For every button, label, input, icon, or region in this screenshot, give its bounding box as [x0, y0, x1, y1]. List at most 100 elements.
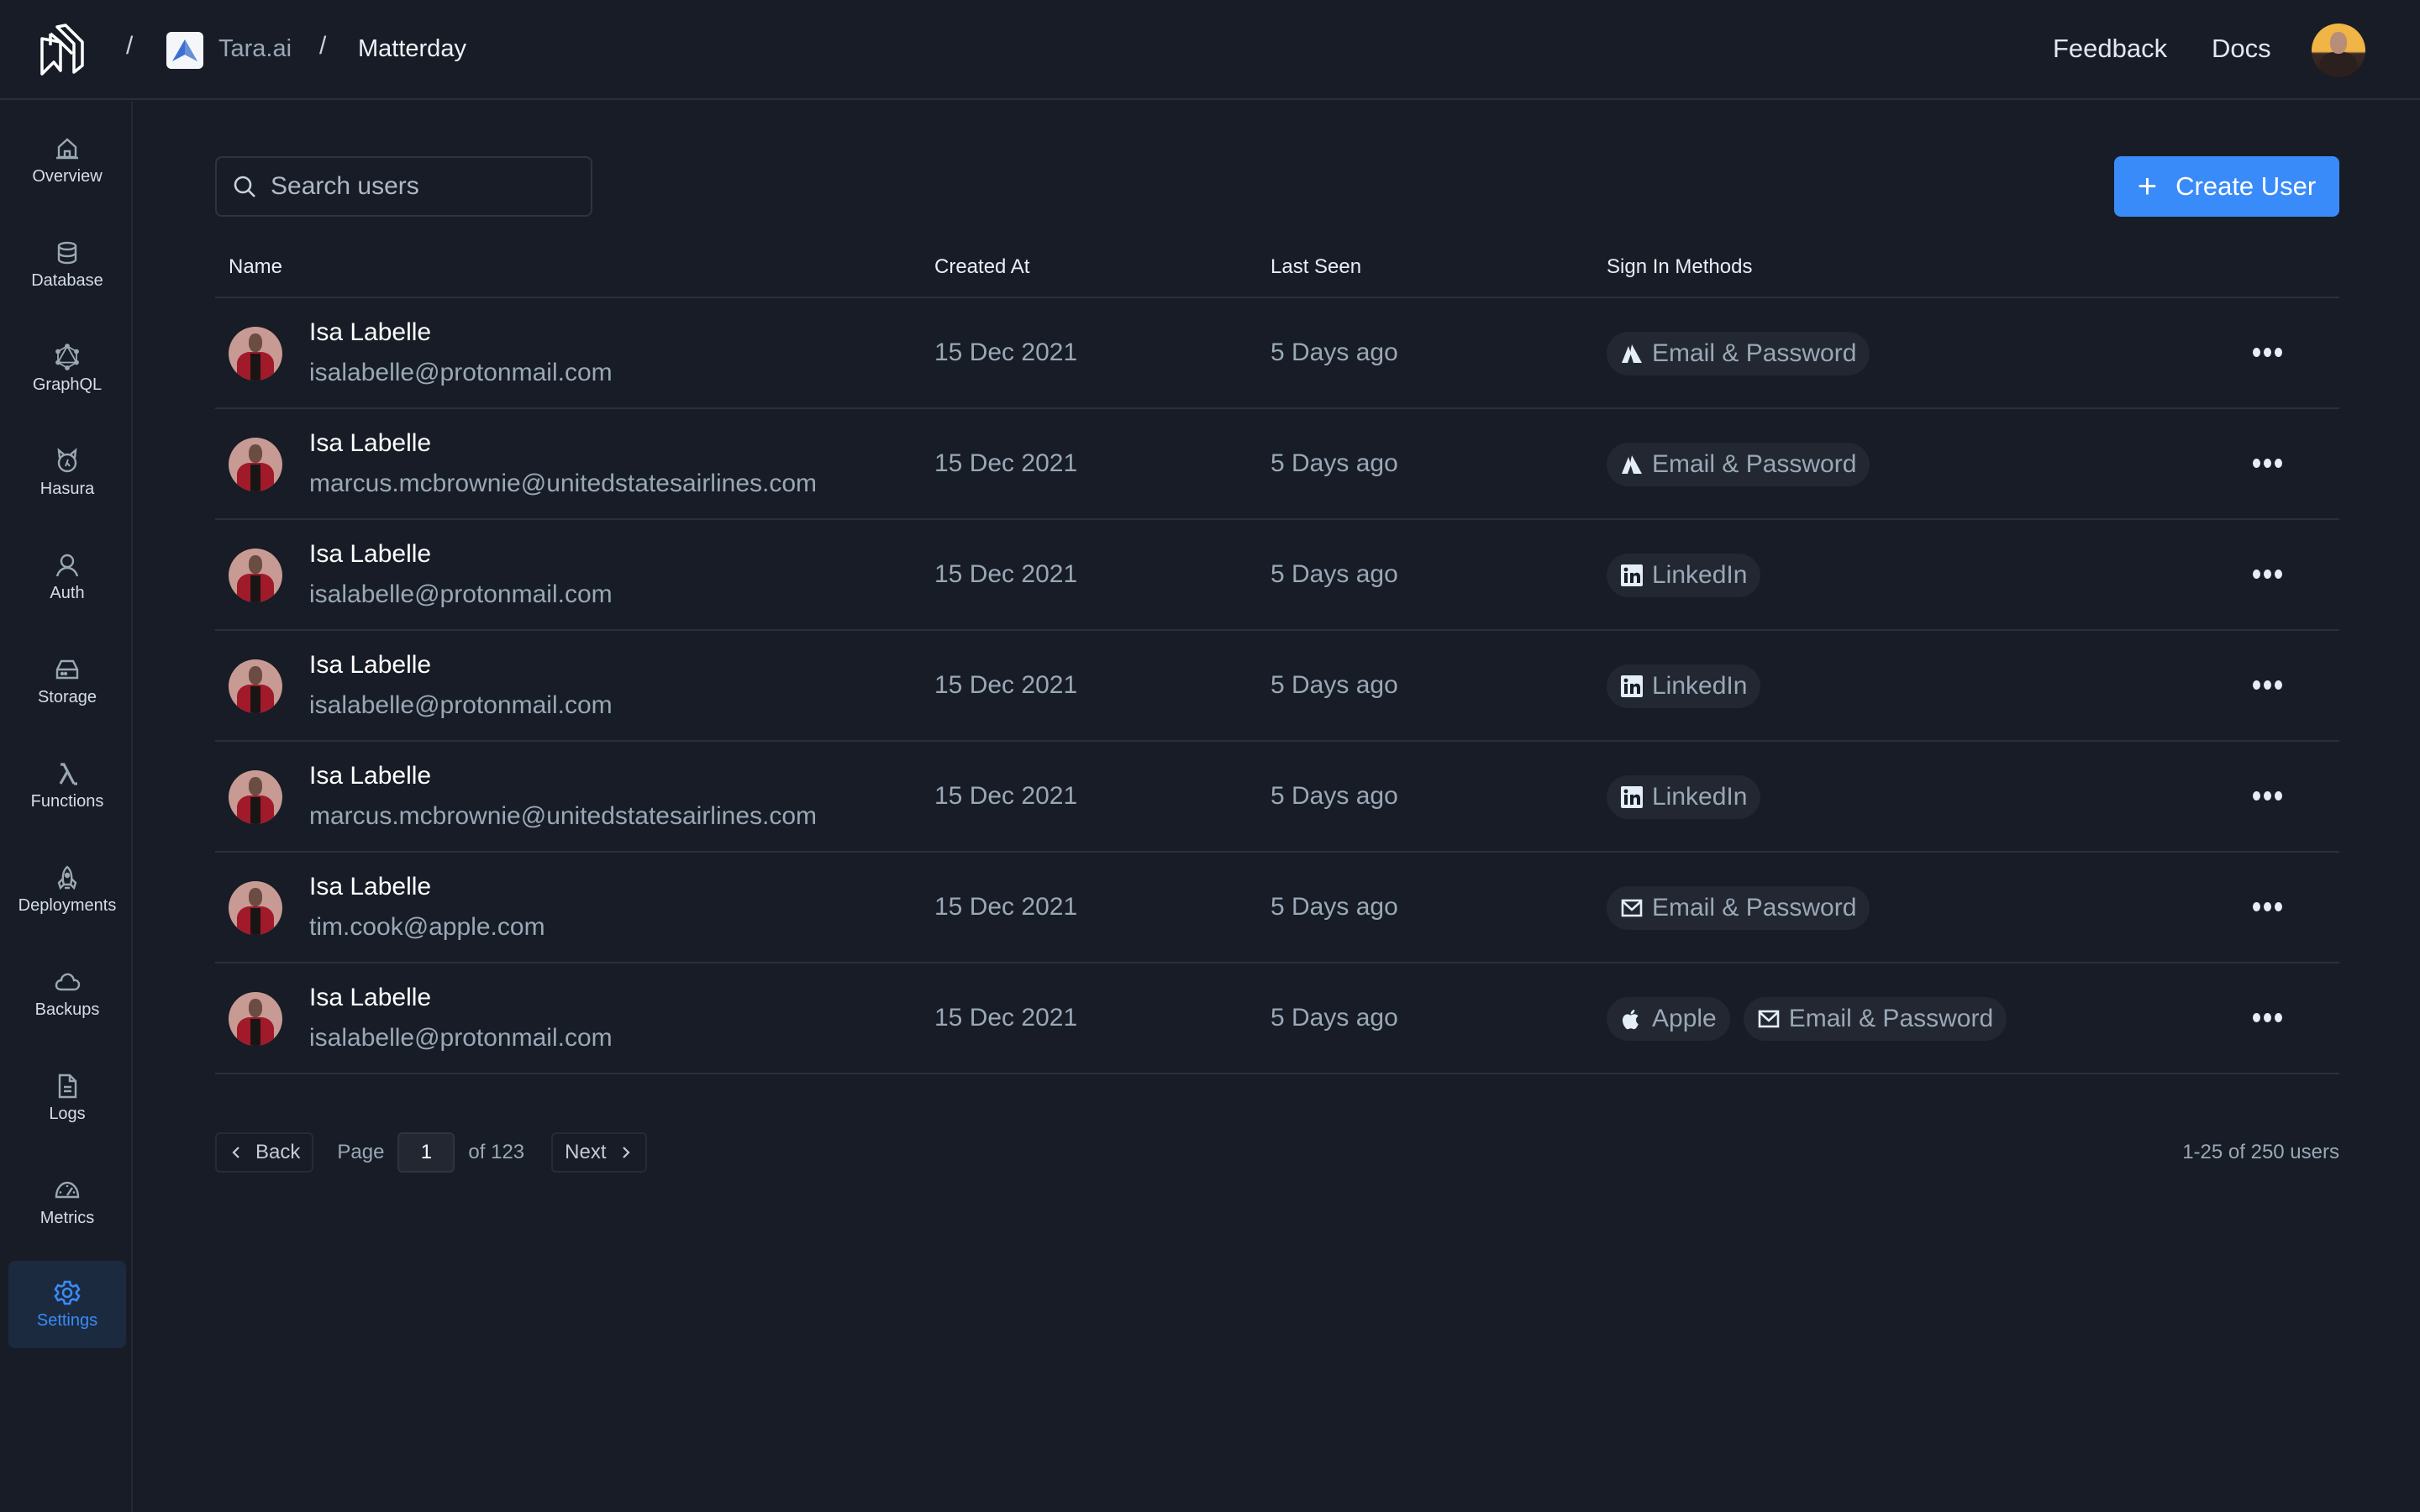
user-name[interactable]: Isa Labelle [309, 540, 431, 569]
sidebar-item-storage[interactable]: Storage [8, 638, 126, 725]
user-avatar [229, 770, 282, 824]
user-name[interactable]: Isa Labelle [309, 651, 431, 680]
next-button[interactable]: Next [551, 1132, 647, 1173]
create-user-label: Create User [2175, 171, 2317, 201]
sign-in-method-label: LinkedIn [1652, 783, 1748, 811]
sidebar-item-label: Auth [50, 583, 85, 602]
chevron-left-icon [232, 1147, 239, 1158]
sidebar-item-label: Functions [30, 791, 104, 811]
breadcrumb-project[interactable]: Matterday [358, 35, 466, 63]
avatar-head [249, 888, 262, 906]
sign-in-method-label: Email & Password [1652, 894, 1857, 921]
column-header-created-at[interactable]: Created At [934, 255, 1029, 279]
user-email: isalabelle@protonmail.com [309, 580, 613, 608]
user-email: isalabelle@protonmail.com [309, 1024, 613, 1052]
user-name[interactable]: Isa Labelle [309, 984, 431, 1012]
table-row[interactable]: Isa Labelle marcus.mcbrownie@unitedstate… [215, 409, 2339, 520]
user-name[interactable]: Isa Labelle [309, 318, 431, 347]
avatar-head [249, 666, 262, 685]
user-name[interactable]: Isa Labelle [309, 762, 431, 790]
user-avatar [229, 659, 282, 713]
table-row[interactable]: Isa Labelle isalabelle@protonmail.com 15… [215, 963, 2339, 1074]
dot [2263, 790, 2271, 801]
more-options-button[interactable] [2242, 890, 2292, 923]
last-seen: 5 Days ago [1270, 893, 1398, 921]
table-row[interactable]: Isa Labelle isalabelle@protonmail.com 15… [215, 298, 2339, 409]
breadcrumb-organization[interactable]: Tara.ai [218, 35, 292, 63]
created-at: 15 Dec 2021 [934, 1004, 1078, 1032]
sign-in-method-label: LinkedIn [1652, 561, 1748, 589]
last-seen: 5 Days ago [1270, 560, 1398, 588]
dot [2263, 901, 2271, 911]
column-header-last-seen[interactable]: Last Seen [1270, 255, 1361, 279]
dot [2252, 347, 2260, 357]
search-input[interactable] [271, 172, 590, 201]
atlassian-icon [1620, 342, 1652, 365]
column-header-name[interactable]: Name [229, 255, 282, 279]
table-row[interactable]: Isa Labelle tim.cook@apple.com 15 Dec 20… [215, 853, 2339, 963]
sidebar-item-auth[interactable]: Auth [8, 533, 126, 621]
sidebar-item-graphql[interactable]: GraphQL [8, 325, 126, 412]
more-options-button[interactable] [2242, 446, 2292, 480]
user-name[interactable]: Isa Labelle [309, 873, 431, 901]
sidebar-item-backups[interactable]: Backups [8, 950, 126, 1037]
dot [2274, 1012, 2282, 1022]
more-options-button[interactable] [2242, 335, 2292, 369]
page-label: Page [337, 1141, 385, 1163]
sidebar-item-settings[interactable]: Settings [8, 1261, 126, 1348]
nhost-logo-icon[interactable] [35, 20, 94, 79]
sidebar-item-deployments[interactable]: Deployments [8, 846, 126, 933]
sidebar-item-functions[interactable]: Functions [8, 742, 126, 829]
atlassian-icon [1620, 453, 1652, 476]
user-avatar[interactable] [2312, 24, 2365, 77]
sign-in-methods: Email & Password [1607, 332, 1870, 375]
table-row[interactable]: Isa Labelle marcus.mcbrownie@unitedstate… [215, 742, 2339, 853]
user-email: isalabelle@protonmail.com [309, 691, 613, 719]
mail-icon [1757, 1007, 1789, 1031]
avatar-shirt [250, 797, 260, 824]
dot [2252, 458, 2260, 468]
dot [2252, 1012, 2260, 1022]
avatar-shirt [250, 354, 260, 381]
sign-in-method-badge: Email & Password [1607, 443, 1870, 486]
user-icon [55, 554, 79, 576]
user-name[interactable]: Isa Labelle [309, 429, 431, 458]
sign-in-method-badge: LinkedIn [1607, 554, 1761, 597]
docs-link[interactable]: Docs [2212, 34, 2271, 64]
create-user-button[interactable]: + Create User [2114, 156, 2339, 217]
storage-icon [55, 659, 79, 679]
more-options-button[interactable] [2242, 779, 2292, 812]
sidebar-item-label: Settings [36, 1310, 98, 1330]
more-options-button[interactable] [2242, 668, 2292, 701]
sidebar-item-label: GraphQL [32, 375, 103, 394]
dot [2263, 680, 2271, 690]
avatar-head [249, 777, 262, 795]
dot [2274, 790, 2282, 801]
avatar-head [249, 999, 262, 1017]
table-row[interactable]: Isa Labelle isalabelle@protonmail.com 15… [215, 631, 2339, 742]
dot [2274, 569, 2282, 579]
back-button[interactable]: Back [215, 1132, 314, 1173]
avatar-shirt [250, 465, 260, 491]
sidebar-item-database[interactable]: Database [8, 221, 126, 308]
more-options-button[interactable] [2242, 557, 2292, 591]
more-options-button[interactable] [2242, 1000, 2292, 1034]
sidebar-item-overview[interactable]: Overview [8, 117, 126, 204]
table-row[interactable]: Isa Labelle isalabelle@protonmail.com 15… [215, 520, 2339, 631]
sign-in-method-badge: Email & Password [1743, 997, 2007, 1041]
feedback-link[interactable]: Feedback [2053, 34, 2167, 64]
sidebar-item-hasura[interactable]: Hasura [8, 429, 126, 517]
apple-icon [1620, 1007, 1652, 1031]
sidebar-item-metrics[interactable]: Metrics [8, 1158, 126, 1246]
hasura-icon [57, 447, 77, 472]
dot [2252, 901, 2260, 911]
sign-in-method-badge: Email & Password [1607, 332, 1870, 375]
sign-in-methods: LinkedIn [1607, 554, 1761, 597]
linkedin-icon [1620, 785, 1652, 809]
dot [2252, 680, 2260, 690]
page-number-input[interactable] [397, 1132, 455, 1173]
sidebar-item-logs[interactable]: Logs [8, 1054, 126, 1142]
results-count: 1-25 of 250 users [2182, 1141, 2339, 1163]
sign-in-method-badge: Apple [1607, 997, 1730, 1041]
table-body: Isa Labelle isalabelle@protonmail.com 15… [215, 298, 2339, 1074]
